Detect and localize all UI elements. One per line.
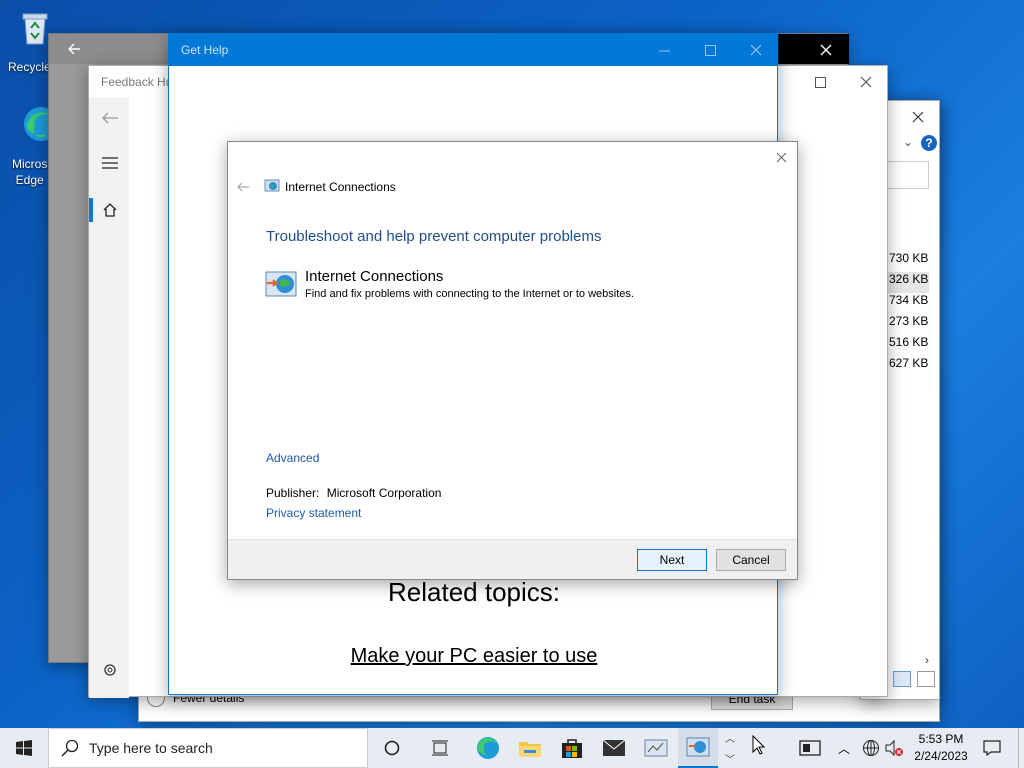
network-troubleshooter-small-icon bbox=[264, 179, 280, 192]
clock-time: 5:53 PM bbox=[918, 732, 964, 746]
taskbar-tablet-mode[interactable] bbox=[790, 728, 830, 768]
control-panel-icon bbox=[644, 739, 668, 757]
privacy-statement-link[interactable]: Privacy statement bbox=[266, 506, 361, 520]
list-item: 273 KB bbox=[889, 314, 929, 328]
volume-muted-icon[interactable] bbox=[884, 739, 904, 757]
task-view-button[interactable] bbox=[420, 728, 460, 768]
search-box[interactable]: Type here to search bbox=[48, 728, 368, 768]
home-icon[interactable] bbox=[102, 202, 118, 218]
tiles-view-icon[interactable] bbox=[917, 671, 935, 687]
clock[interactable]: 5:53 PM 2/24/2023 bbox=[910, 731, 972, 765]
size-list: 730 KB 326 KB 734 KB 273 KB 516 KB 627 K… bbox=[885, 251, 929, 377]
scroll-right-icon[interactable]: › bbox=[925, 653, 929, 667]
related-topics-heading: Related topics: bbox=[388, 577, 560, 607]
dialog-title: Internet Connections bbox=[285, 180, 396, 194]
dialog-footer bbox=[228, 539, 797, 579]
list-item: 516 KB bbox=[889, 335, 929, 349]
cancel-button[interactable]: Cancel bbox=[716, 549, 786, 571]
list-item: 326 KB bbox=[885, 272, 929, 293]
close-button[interactable] bbox=[843, 66, 889, 98]
hamburger-menu-icon[interactable] bbox=[102, 157, 118, 169]
close-button[interactable] bbox=[764, 142, 798, 172]
window-title: Get Help bbox=[181, 43, 229, 57]
publisher-value: Microsoft Corporation bbox=[326, 486, 442, 500]
maximize-button[interactable] bbox=[797, 66, 843, 98]
tablet-icon bbox=[799, 740, 821, 756]
taskbar-file-explorer[interactable] bbox=[510, 728, 550, 768]
gear-icon[interactable] bbox=[101, 661, 119, 679]
desktop-icon-label: Micros Edge bbox=[12, 157, 48, 187]
action-center-button[interactable] bbox=[972, 728, 1012, 768]
store-icon bbox=[562, 739, 582, 758]
show-desktop-button[interactable] bbox=[1018, 728, 1024, 768]
related-topic-link[interactable]: Make your PC easier to use bbox=[169, 645, 779, 668]
maximize-button[interactable] bbox=[687, 34, 733, 66]
show-hidden-icons-button[interactable]: ︿ bbox=[838, 740, 850, 757]
start-button[interactable] bbox=[4, 728, 44, 768]
taskbar: Type here to search ︿ ﹀ ︿ 5:53 PM 2/24/2… bbox=[0, 728, 1024, 768]
list-item: 627 KB bbox=[889, 356, 929, 370]
advanced-link[interactable]: Advanced bbox=[266, 451, 319, 465]
close-icon bbox=[750, 44, 762, 56]
close-icon bbox=[820, 44, 832, 56]
chevron-down-icon: ﹀ bbox=[725, 755, 735, 766]
list-item: 730 KB bbox=[889, 251, 929, 265]
close-icon bbox=[776, 152, 786, 162]
network-icon[interactable] bbox=[862, 739, 880, 757]
internet-connections-icon bbox=[265, 271, 297, 297]
publisher-row: Publisher: Microsoft Corporation bbox=[266, 486, 441, 500]
maximize-icon bbox=[704, 44, 716, 56]
troubleshooter-dialog: Internet Connections Troubleshoot and he… bbox=[227, 141, 798, 580]
window-title: Feedback Hu bbox=[101, 75, 173, 89]
troubleshooter-item-title[interactable]: Internet Connections bbox=[305, 268, 443, 285]
taskbar-store[interactable] bbox=[552, 728, 592, 768]
mail-icon bbox=[602, 739, 626, 756]
nav-rail bbox=[89, 98, 129, 698]
windows-logo-icon bbox=[16, 740, 32, 756]
chevron-up-icon: ︿ bbox=[725, 734, 735, 745]
nav-selected-indicator bbox=[89, 198, 93, 222]
search-placeholder: Type here to search bbox=[89, 740, 213, 756]
taskbar-troubleshooter[interactable] bbox=[678, 728, 718, 768]
mouse-cursor-icon bbox=[752, 735, 766, 755]
close-button[interactable] bbox=[895, 101, 941, 133]
taskbar-edge[interactable] bbox=[468, 728, 508, 768]
clock-date: 2/24/2023 bbox=[914, 749, 968, 763]
publisher-label: Publisher: bbox=[266, 486, 320, 500]
maximize-icon bbox=[814, 76, 826, 88]
search-icon bbox=[61, 739, 79, 757]
close-button[interactable] bbox=[733, 34, 779, 66]
chevron-down-icon[interactable]: ⌄ bbox=[903, 135, 913, 149]
minimize-button[interactable] bbox=[641, 34, 687, 66]
dialog-heading: Troubleshoot and help prevent computer p… bbox=[266, 228, 602, 245]
next-button[interactable]: Next bbox=[637, 549, 707, 571]
close-icon bbox=[912, 111, 924, 123]
desktop-icon-label: Recycle bbox=[8, 60, 51, 74]
back-arrow-icon[interactable] bbox=[101, 111, 119, 125]
list-item: 734 KB bbox=[889, 293, 929, 307]
folder-icon bbox=[519, 742, 541, 757]
taskbar-control-panel[interactable] bbox=[636, 728, 676, 768]
details-view-icon[interactable] bbox=[893, 671, 911, 687]
back-arrow-icon[interactable] bbox=[67, 42, 81, 56]
chevron-up-icon: ︿ bbox=[838, 742, 851, 756]
troubleshooter-item-description: Find and fix problems with connecting to… bbox=[305, 288, 634, 300]
close-button[interactable] bbox=[803, 34, 849, 66]
cortana-icon bbox=[384, 740, 400, 756]
help-icon[interactable]: ? bbox=[921, 135, 937, 151]
edge-icon bbox=[477, 737, 499, 759]
minimize-icon bbox=[658, 50, 670, 51]
back-arrow-icon[interactable] bbox=[236, 181, 250, 193]
taskbar-scroll[interactable]: ︿ ﹀ bbox=[722, 730, 738, 766]
close-icon bbox=[860, 76, 872, 88]
notification-icon bbox=[983, 740, 1001, 756]
network-troubleshooter-icon bbox=[686, 737, 710, 757]
taskbar-mail[interactable] bbox=[594, 728, 634, 768]
task-view-icon bbox=[432, 740, 448, 756]
cortana-button[interactable] bbox=[372, 728, 412, 768]
